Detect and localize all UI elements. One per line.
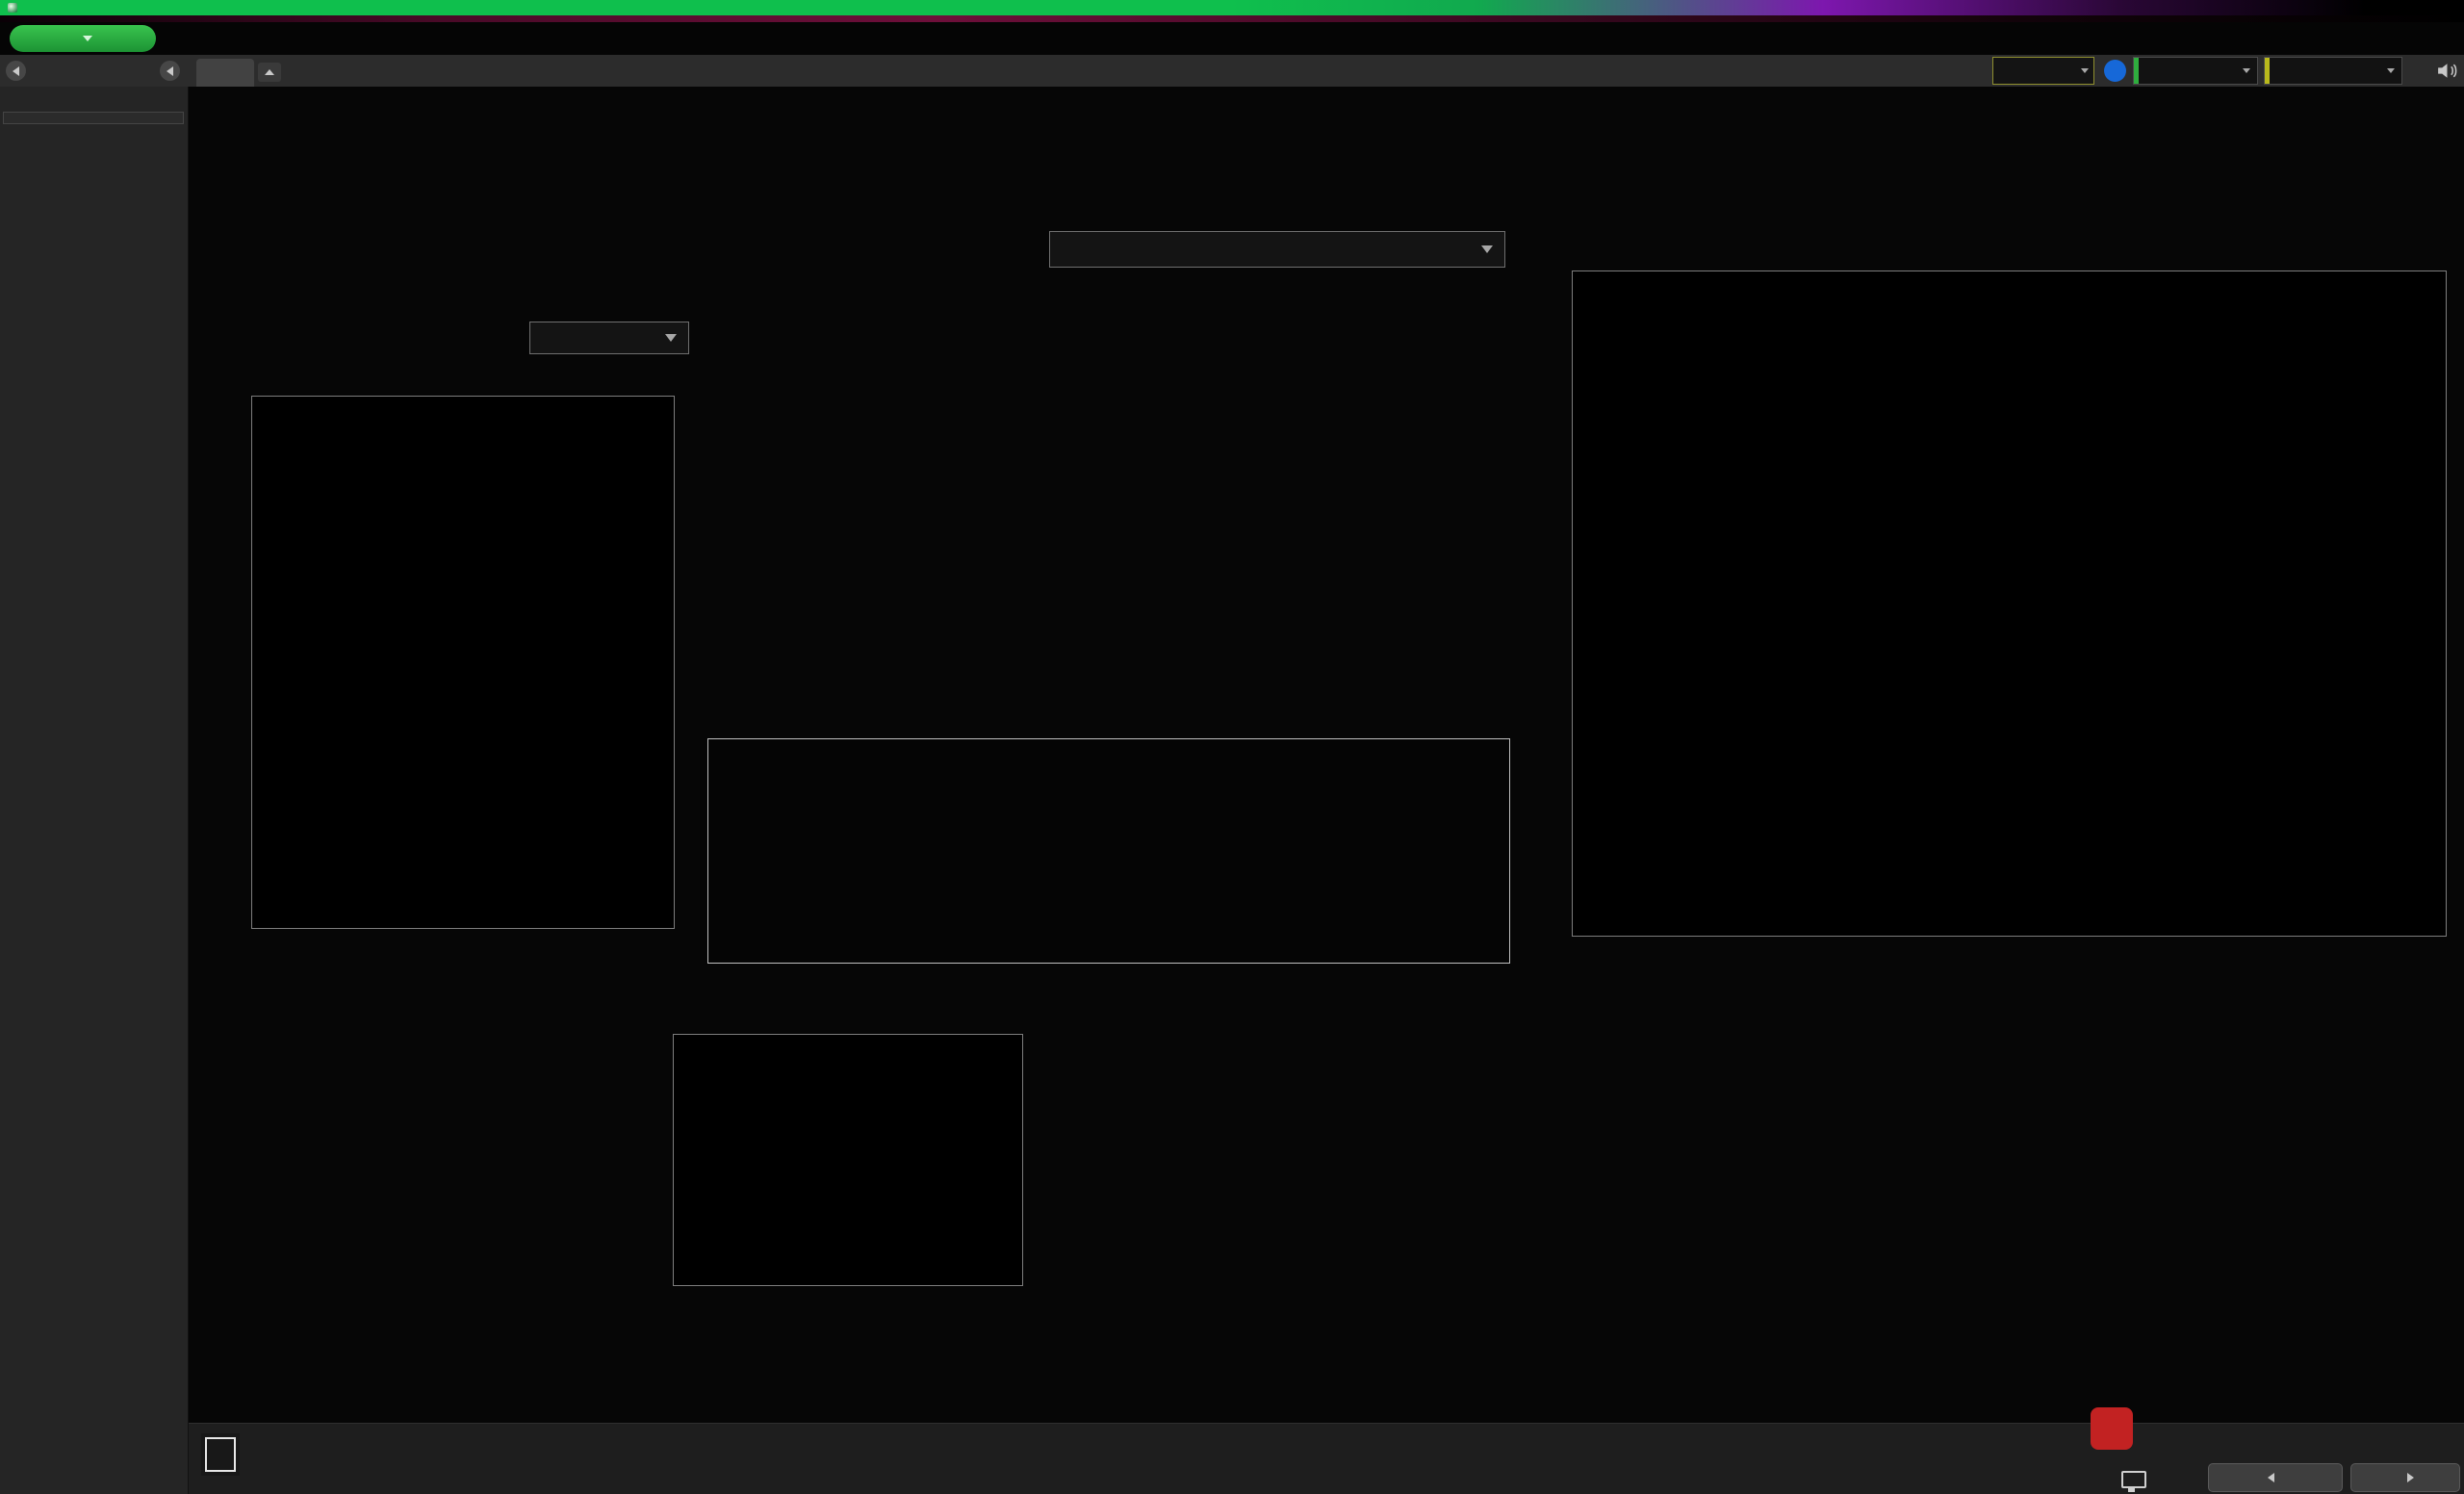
source-accent xyxy=(2134,58,2139,84)
main-content xyxy=(189,87,2464,1423)
chevron-down-icon xyxy=(1481,245,1493,253)
swatch-comparison-panel xyxy=(707,738,1510,964)
reading-count-badge[interactable] xyxy=(2104,60,2126,82)
rgb-plot-area xyxy=(673,1034,1023,1286)
cie-chart xyxy=(1498,221,2464,982)
current-patch-swatch xyxy=(205,1437,236,1472)
chevron-down-icon xyxy=(665,334,677,342)
navigation-tree xyxy=(3,112,184,124)
calman-menu-button[interactable] xyxy=(10,25,156,52)
source-select[interactable] xyxy=(2133,57,2258,85)
settings-gear-button[interactable] xyxy=(2408,58,2433,83)
check-icon xyxy=(2091,1407,2133,1450)
chevron-down-icon xyxy=(2387,68,2395,73)
chevron-down-icon xyxy=(2081,68,2089,73)
rgb-balance-chart xyxy=(603,999,1103,1317)
sidebar-header xyxy=(0,87,188,91)
display-control-select[interactable] xyxy=(2264,57,2402,85)
display-icon-button[interactable] xyxy=(2116,1465,2152,1494)
delta-e-plot-area xyxy=(251,396,675,929)
back-button[interactable] xyxy=(2208,1463,2343,1492)
sidebar-collapse-button-2[interactable] xyxy=(160,61,180,81)
chevron-left-icon xyxy=(167,65,173,76)
notebookcheck-watermark xyxy=(2091,1407,2144,1450)
meter-select[interactable] xyxy=(1992,57,2094,85)
cie-plot-area xyxy=(1572,270,2447,937)
sidebar xyxy=(0,87,189,1494)
app-icon xyxy=(8,3,17,13)
monitor-icon xyxy=(2121,1471,2146,1492)
levels-select[interactable] xyxy=(1049,231,1505,268)
window-titlebar xyxy=(0,0,2464,15)
xy-reading xyxy=(212,1124,300,1159)
tab-bar xyxy=(0,55,2464,87)
chevron-up-icon xyxy=(265,69,274,75)
next-button[interactable] xyxy=(2350,1463,2460,1492)
display-control-accent xyxy=(2265,58,2270,84)
speaker-icon[interactable] xyxy=(2435,59,2459,83)
back-arrow-icon xyxy=(2267,1473,2274,1482)
next-arrow-icon xyxy=(2406,1473,2414,1482)
tab-history-1[interactable] xyxy=(196,59,254,87)
sidebar-collapse-button[interactable] xyxy=(6,61,26,81)
chevron-left-icon xyxy=(13,65,19,76)
current-patch-indicator xyxy=(201,1433,240,1476)
chevron-down-icon xyxy=(83,36,92,41)
chevron-down-icon xyxy=(2243,68,2250,73)
accent-strip xyxy=(0,15,2464,22)
de-formula-select[interactable] xyxy=(529,322,689,354)
main-toolbar xyxy=(0,22,2464,55)
delta-e-chart xyxy=(189,364,728,966)
tab-scroll-button[interactable] xyxy=(258,63,281,82)
current-reading xyxy=(212,1109,300,1173)
